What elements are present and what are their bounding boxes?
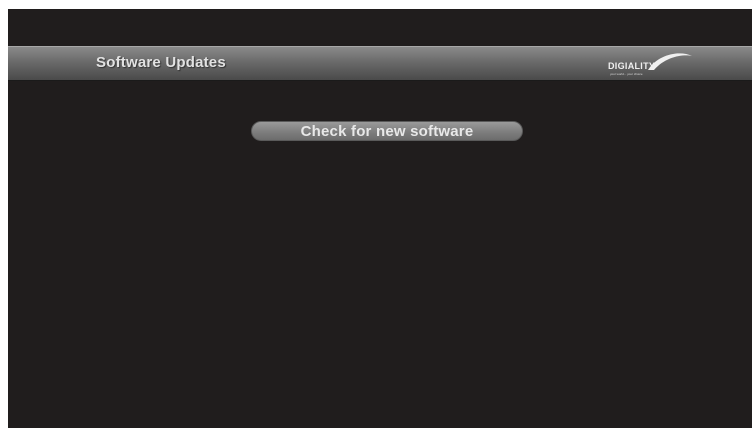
brand-logo: DIGIALITY your world... your choice — [604, 50, 694, 78]
check-button-label: Check for new software — [300, 122, 474, 140]
logo-tagline: your world... your choice — [610, 72, 643, 76]
check-for-new-software-button[interactable]: Check for new software — [251, 121, 523, 141]
logo-brand-text: DIGIALITY — [608, 61, 656, 71]
stb-screen: Software Updates DIGIALITY your world...… — [8, 9, 752, 428]
page-title: Software Updates — [96, 54, 226, 71]
header-bar: Software Updates DIGIALITY your world...… — [8, 46, 752, 81]
